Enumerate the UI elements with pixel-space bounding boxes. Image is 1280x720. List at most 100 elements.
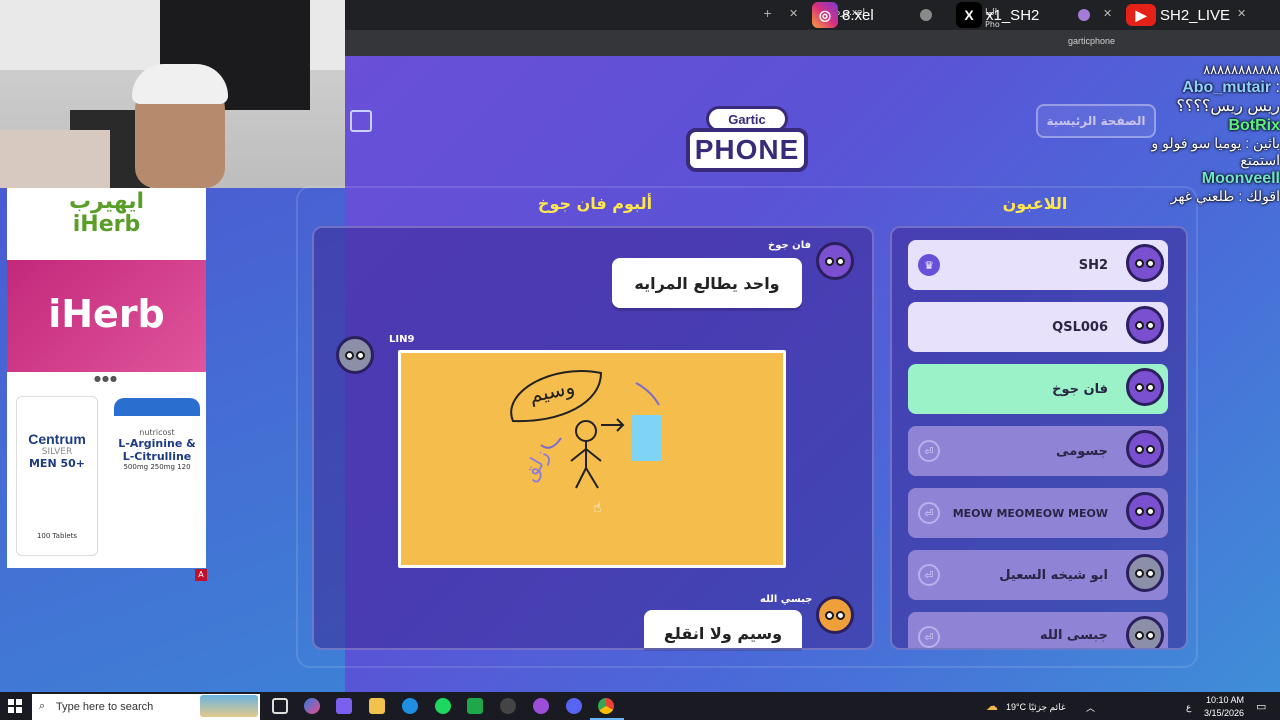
ad-brand-english: iHerb	[72, 212, 141, 238]
tab-favicon-icon	[1078, 9, 1090, 21]
weather-text[interactable]: 19°C غائم جزئيًا	[1006, 702, 1066, 713]
player-name: جسومى	[1056, 443, 1108, 459]
file-explorer-icon[interactable]	[369, 698, 385, 714]
product-line: MEN 50+	[28, 457, 86, 470]
spotify-icon[interactable]	[435, 698, 451, 714]
close-tab-icon[interactable]: ✕	[1237, 7, 1246, 20]
avatar	[1126, 368, 1164, 406]
close-tab-icon[interactable]: ✕	[1103, 7, 1112, 20]
chat-text: باثين : يوميا سو فولو و استمتع	[1151, 135, 1280, 168]
player-name: فان جوخ	[1052, 381, 1108, 397]
discord-icon[interactable]	[566, 698, 582, 714]
fullscreen-icon[interactable]	[350, 110, 372, 132]
new-tab-button[interactable]: +	[763, 7, 772, 20]
avatar	[1126, 306, 1164, 344]
webcam-headwear	[132, 64, 228, 104]
chat-text: اقولك : طلعني غهر	[1170, 187, 1280, 204]
player-row[interactable]: ⏎ جسومى	[908, 426, 1168, 476]
ad-product-arginine[interactable]: nutricost L-Arginine & L-Citrulline 500m…	[114, 398, 200, 554]
edge-icon[interactable]	[402, 698, 418, 714]
player-name: ابو شيخه السعيل	[999, 567, 1108, 583]
copilot-icon[interactable]	[304, 698, 320, 714]
input-language[interactable]: ع	[1186, 702, 1191, 713]
xbox-icon[interactable]	[467, 698, 483, 714]
player-name: جبسى الله	[1039, 628, 1108, 643]
player-row-active[interactable]: فان جوخ	[908, 364, 1168, 414]
chat-message: Moonveell	[1110, 169, 1280, 188]
waiting-icon: ⏎	[918, 564, 940, 586]
instagram-icon: ◎	[812, 2, 838, 28]
windows-start-icon[interactable]	[8, 698, 22, 713]
chat-username: Moonveell	[1201, 169, 1280, 187]
crown-icon: ♛	[918, 254, 940, 276]
product-name: L-Arginine & L-Citrulline	[118, 437, 196, 463]
product-name: Centrum	[28, 431, 86, 447]
chat-message: BotRix	[1110, 116, 1280, 135]
message-bubble: واحد يطالع المرايه	[612, 258, 802, 308]
ad-product-centrum[interactable]: Centrum SILVER MEN 50+ 100 Tablets	[16, 396, 98, 556]
x-label: x1_SH2	[986, 6, 1040, 24]
youtube-label: SH2_LIVE	[1160, 6, 1231, 24]
avatar	[1126, 616, 1164, 648]
chrome-icon[interactable]	[598, 698, 614, 714]
ad-banner-text: iHerb	[48, 292, 165, 336]
waiting-icon: ⏎	[918, 502, 940, 524]
task-view-icon[interactable]	[272, 698, 288, 714]
ad-marker[interactable]: A	[195, 569, 207, 581]
instagram-handle: ◎ 8.xel	[806, 0, 880, 30]
chat-message: ٨٨٨٨٨٨٨٨٨٨٨	[1203, 62, 1280, 77]
product-brand: nutricost	[139, 428, 175, 437]
player-name: MEOW MEOMEOW MEOW	[952, 506, 1108, 520]
x-handle: X x1_SH2	[950, 0, 1045, 30]
player-row[interactable]: ⏎ ابو شيخه السعيل	[908, 550, 1168, 600]
app-icon[interactable]	[500, 698, 516, 714]
waiting-icon: ⏎	[918, 440, 940, 462]
webcam-bed	[0, 130, 110, 188]
logo-main-text: PHONE	[686, 128, 808, 172]
message-author: جبسي الله	[760, 594, 813, 605]
clock-time[interactable]: 10:10 AM	[1206, 695, 1244, 705]
message-author: فان جوخ	[768, 240, 812, 251]
x-logo-icon: X	[956, 2, 982, 28]
album-title: ألبوم فان جوخ	[537, 194, 653, 213]
close-tab-icon[interactable]: ✕	[789, 7, 798, 20]
player-name: SH2	[1078, 257, 1108, 273]
product-line: SILVER	[41, 447, 73, 457]
weather-icon: ☁	[986, 699, 998, 713]
player-row[interactable]: ⏎ MEOW MEOMEOW MEOW	[908, 488, 1168, 538]
avatar	[816, 596, 854, 634]
ad-carousel-dots[interactable]: ●●●	[94, 374, 118, 383]
tray-chevron-icon[interactable]: ︿	[1086, 701, 1095, 714]
waiting-icon: ⏎	[918, 626, 940, 648]
player-row[interactable]: QSL006	[908, 302, 1168, 352]
avatar	[1126, 430, 1164, 468]
search-highlight-image	[200, 695, 258, 717]
avatar	[1126, 554, 1164, 592]
hand-cursor-icon: ☝	[593, 500, 602, 516]
avatar	[1126, 492, 1164, 530]
chat-username: BotRix	[1228, 116, 1280, 134]
players-title: اللاعبون	[1002, 194, 1068, 213]
clock-date[interactable]: 3/15/2026	[1204, 708, 1244, 718]
drawing-canvas[interactable]: وسيم زلق	[398, 350, 786, 568]
stream-chat: ٨٨٨٨٨٨٨٨٨٨٨ Abo_mutair : ريس ريس؟؟؟؟ Bot…	[1110, 62, 1280, 252]
gartic-phone-logo: Gartic PHONE	[686, 104, 808, 176]
chat-username: Abo_mutair	[1182, 78, 1272, 96]
message-bubble: وسيم ولا انقلع	[644, 610, 802, 648]
player-row[interactable]: ⏎ جبسى الله	[908, 612, 1168, 648]
product-dose: 500mg 250mg 120	[123, 463, 191, 471]
instagram-label: 8.xel	[842, 6, 874, 24]
webcam-feed	[0, 0, 345, 188]
address-bar[interactable]	[345, 30, 1280, 56]
ad-brand: ايهيرب iHerb	[7, 190, 206, 236]
media-app-icon[interactable]	[336, 698, 352, 714]
product-count: 100 Tablets	[36, 532, 78, 540]
youtube-handle: ▶ SH2_LIVE	[1120, 0, 1236, 30]
url-text[interactable]: garticphone	[1068, 36, 1115, 46]
player-name: QSL006	[1052, 319, 1108, 335]
app-icon[interactable]	[533, 698, 549, 714]
ad-brand-arabic: ايهيرب	[68, 189, 145, 214]
chat-text: ريس ريس؟؟؟؟	[1176, 97, 1280, 115]
notification-icon[interactable]: ▭	[1256, 700, 1266, 713]
chat-message: Abo_mutair :	[1182, 78, 1280, 96]
